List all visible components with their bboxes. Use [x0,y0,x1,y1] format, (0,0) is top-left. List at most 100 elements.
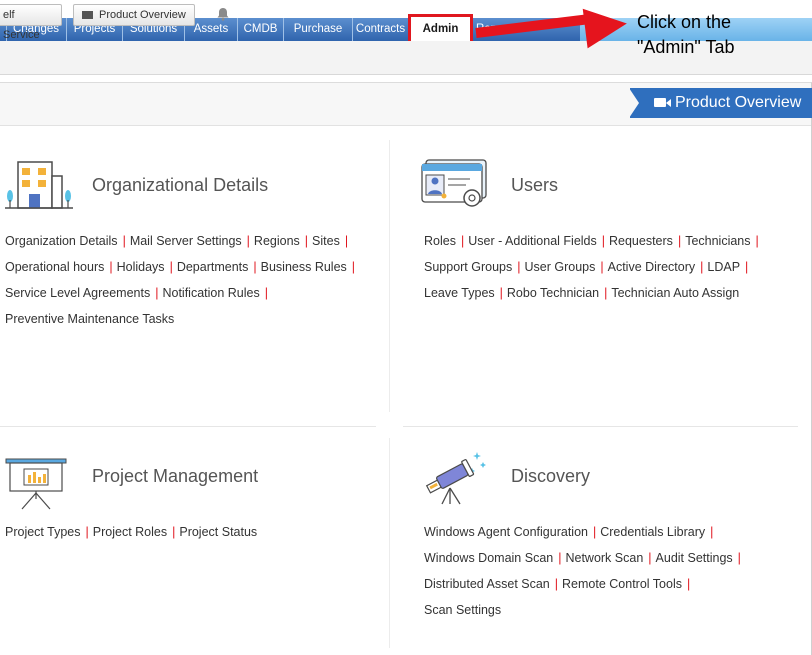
callout-arrow-icon [582,3,630,49]
divider-horizontal-left [0,426,376,427]
link-separator: | [155,286,159,300]
link-row: Scan Settings [424,597,804,623]
link-row: Roles | User - Additional Fields | Requester… [424,228,804,254]
admin-link[interactable]: Distributed Asset Scan [424,577,550,591]
admin-link[interactable]: Network Scan [565,551,643,565]
link-separator: | [554,577,559,591]
presentation-chart-icon [4,455,68,510]
admin-link[interactable]: Technician Auto Assign [611,286,739,300]
link-row: Preventive Maintenance Tasks [5,306,380,332]
link-separator: | [700,260,704,274]
link-separator: | [499,286,503,300]
link-separator: | [592,525,597,539]
tab-purchase[interactable]: Purchase [284,18,353,41]
pm-links: Project Types | Project Roles | Project Stat… [5,519,380,545]
link-row: Support Groups | User Groups | Active Direct… [424,254,804,280]
link-separator: | [460,234,465,248]
admin-link[interactable]: Windows Agent Configuration [424,525,588,539]
org-links: Organization Details | Mail Server Setting… [5,228,380,332]
divider-vertical-bottom [389,438,390,648]
page: Changes Projects Solutions Assets CMDB P… [0,0,812,655]
self-service-button[interactable]: elf Service [0,4,62,41]
link-row: Operational hours | Holidays | Departments | B… [5,254,380,280]
link-separator: | [264,286,268,300]
section-title-pm: Project Management [92,466,259,486]
admin-link[interactable]: Service Level Agreements [5,286,150,300]
callout-text: Click on the "Admin" Tab [637,10,735,60]
link-separator: | [601,234,605,248]
admin-link[interactable]: Robo Technician [507,286,599,300]
admin-link[interactable]: Mail Server Settings [130,234,242,248]
admin-link[interactable]: Credentials Library [600,525,705,539]
link-separator: | [686,577,691,591]
link-separator: | [109,260,113,274]
building-icon [5,158,73,212]
link-row: Organization Details | Mail Server Setting… [5,228,380,254]
link-separator: | [755,234,759,248]
link-separator: | [737,551,741,565]
link-row: Leave Types | Robo Technician | Technician A… [424,280,804,306]
link-separator: | [517,260,521,274]
admin-link[interactable]: Active Directory [608,260,696,274]
admin-link[interactable]: User - Additional Fields [468,234,597,248]
divider-vertical-top [389,140,390,412]
admin-link[interactable]: Operational hours [5,260,104,274]
link-separator: | [344,234,349,248]
link-row: Windows Domain Scan | Network Scan | Audit S… [424,545,804,571]
admin-link[interactable]: Requesters [609,234,673,248]
admin-link[interactable]: Sites [312,234,340,248]
callout-line-2: "Admin" Tab [637,37,735,57]
admin-link[interactable]: Regions [254,234,300,248]
admin-link[interactable]: Audit Settings [656,551,733,565]
tab-cmdb[interactable]: CMDB [238,18,284,41]
admin-link[interactable]: Organization Details [5,234,118,248]
users-links: Roles | User - Additional Fields | Requester… [424,228,804,306]
admin-link[interactable]: Project Status [179,525,257,539]
divider-horizontal-right [403,426,798,427]
link-separator: | [600,260,604,274]
admin-link[interactable]: Windows Domain Scan [424,551,553,565]
admin-link[interactable]: Business Rules [261,260,347,274]
link-separator: | [710,525,714,539]
user-settings-icon [420,158,490,212]
admin-link[interactable]: Holidays [117,260,165,274]
link-separator: | [558,551,562,565]
admin-link[interactable]: Departments [177,260,249,274]
tab-contracts[interactable]: Contracts [353,18,409,41]
link-separator: | [253,260,257,274]
link-separator: | [351,260,356,274]
admin-link[interactable]: Support Groups [424,260,512,274]
admin-link[interactable]: Roles [424,234,456,248]
admin-link[interactable]: Scan Settings [424,603,501,617]
product-overview-button[interactable]: Product Overview [73,4,195,26]
callout-line-1: Click on the [637,12,732,32]
video-icon [82,11,93,19]
admin-link[interactable]: Remote Control Tools [562,577,682,591]
bell-icon[interactable] [216,7,230,21]
admin-link[interactable]: Preventive Maintenance Tasks [5,312,174,326]
link-separator: | [648,551,652,565]
section-title-org: Organizational Details [92,175,269,195]
link-row: Distributed Asset Scan | Remote Control To… [424,571,804,597]
product-overview-label: Product Overview [99,9,186,21]
link-separator: | [169,260,173,274]
admin-link[interactable]: User Groups [525,260,596,274]
admin-link[interactable]: Notification Rules [162,286,259,300]
telescope-icon [420,448,492,508]
admin-link[interactable]: Leave Types [424,286,495,300]
product-overview-banner[interactable]: Product Overview [629,88,812,118]
link-separator: | [85,525,89,539]
section-title-discovery: Discovery [511,466,591,486]
section-title-users: Users [511,175,559,195]
link-separator: | [745,260,749,274]
admin-link[interactable]: Technicians [685,234,750,248]
link-separator: | [304,234,309,248]
link-row: Service Level Agreements | Notification Ru… [5,280,380,306]
admin-link[interactable]: Project Roles [93,525,167,539]
admin-link[interactable]: LDAP [707,260,740,274]
video-camera-icon [654,98,671,107]
link-separator: | [122,234,126,248]
admin-link[interactable]: Project Types [5,525,81,539]
product-overview-banner-label: Product Overview [675,94,802,111]
link-separator: | [246,234,250,248]
